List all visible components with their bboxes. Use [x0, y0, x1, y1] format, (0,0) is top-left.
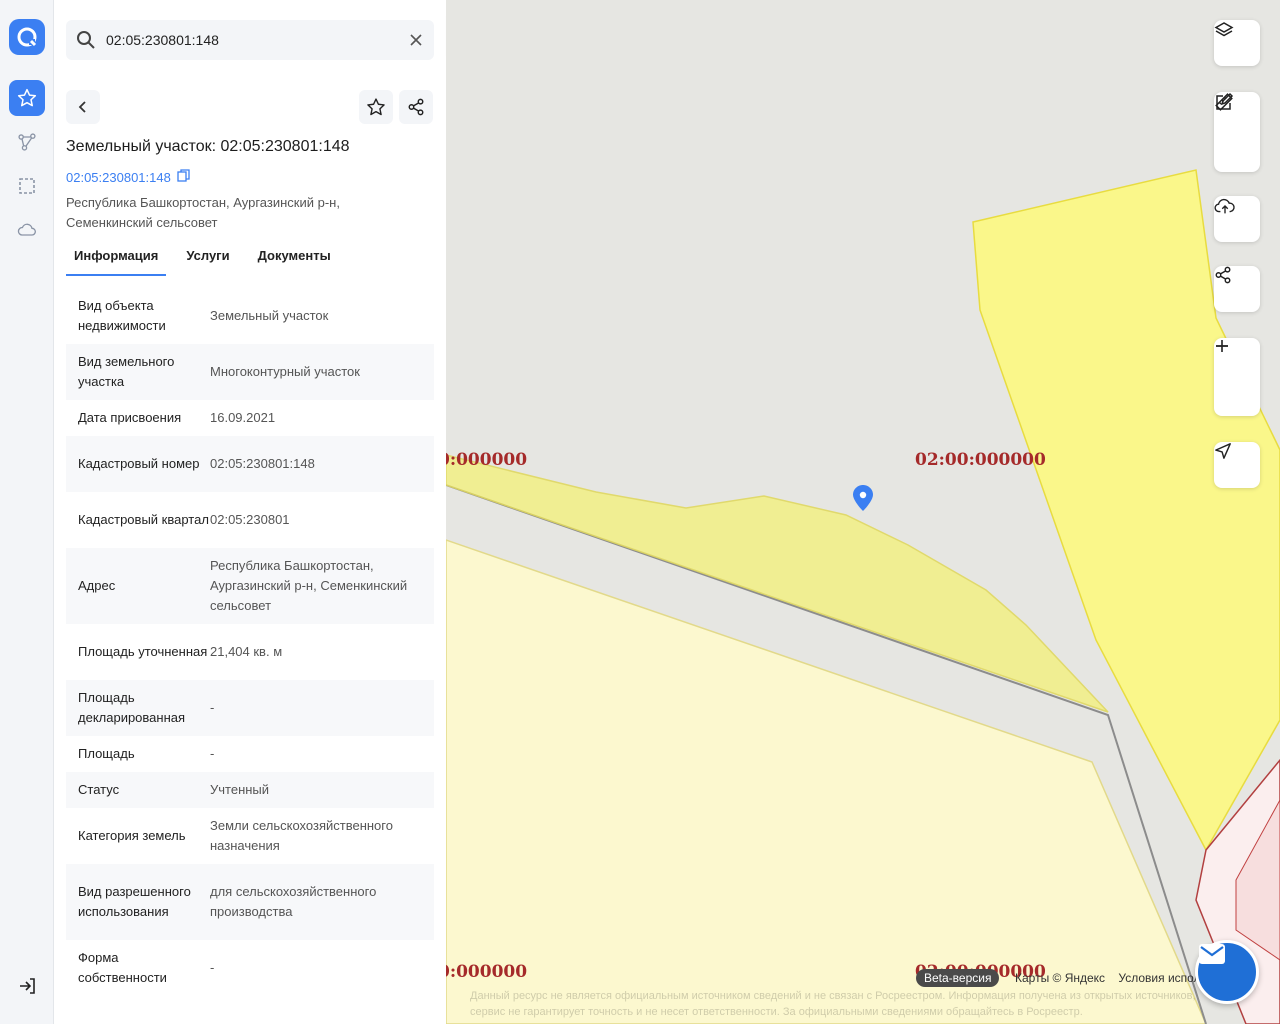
- row-value: 21,404 кв. м: [210, 644, 283, 659]
- row-key: Вид объекта недвижимости: [78, 298, 166, 333]
- clear-search-icon[interactable]: [408, 32, 424, 48]
- share-button[interactable]: [399, 90, 433, 124]
- table-row: Адрес Республика Башкортостан, Аургазинск…: [66, 548, 434, 624]
- row-value: Республика Башкортостан, Аургазинский р-…: [210, 558, 408, 613]
- row-key: Вид разрешенного использования: [78, 884, 191, 919]
- parcel-label: 02:00:000000: [915, 450, 1046, 470]
- terms-link[interactable]: Условия испол: [1118, 971, 1200, 985]
- table-row: Дата присвоения 16.09.2021: [66, 400, 434, 436]
- row-key: Площадь декларированная: [78, 690, 186, 725]
- row-value: Многоконтурный участок: [210, 364, 360, 379]
- parcel-label: 0:000000: [446, 962, 528, 982]
- row-key: Статус: [78, 782, 120, 797]
- row-key: Кадастровый квартал: [78, 512, 209, 527]
- table-row: Кадастровый номер 02:05:230801:148: [66, 436, 434, 492]
- row-value: -: [210, 700, 215, 715]
- row-value: 16.09.2021: [210, 410, 276, 425]
- edit-icon[interactable]: [1214, 92, 1260, 168]
- table-row: Вид земельного участка Многоконтурный уча…: [66, 344, 434, 400]
- back-button[interactable]: [66, 90, 100, 124]
- logout-icon[interactable]: [17, 976, 37, 996]
- row-value: Земельный участок: [210, 308, 329, 323]
- table-row: Вид разрешенного использования для сельск…: [66, 864, 434, 940]
- geolocation-button[interactable]: [1214, 442, 1260, 488]
- beta-badge: Beta-версия: [916, 969, 1000, 987]
- app-logo-icon[interactable]: [9, 19, 45, 55]
- zoom-out-icon[interactable]: [1214, 345, 1260, 413]
- copy-icon[interactable]: [177, 169, 190, 185]
- page-title: Земельный участок: 02:05:230801:148: [66, 138, 350, 155]
- table-row: Категория земель Земли сельскохозяйственн…: [66, 808, 434, 864]
- search-icon: [76, 30, 96, 55]
- map-share-button[interactable]: [1214, 266, 1260, 312]
- upload-button[interactable]: [1214, 196, 1260, 242]
- row-key: Площадь: [78, 746, 135, 761]
- search-bar: [66, 20, 434, 60]
- tab-documents[interactable]: Документы: [250, 240, 339, 276]
- search-input[interactable]: [106, 20, 396, 60]
- row-value: для сельскохозяйственного производства: [210, 884, 377, 919]
- favorites-star-icon[interactable]: [9, 80, 45, 116]
- row-value: 02:05:230801: [210, 512, 290, 527]
- feedback-button[interactable]: [1195, 940, 1259, 1004]
- layers-button[interactable]: [1214, 20, 1260, 66]
- info-panel: Земельный участок: 02:05:230801:148 02:0…: [54, 0, 446, 1024]
- favorite-button[interactable]: [359, 90, 393, 124]
- table-row: Статус Учтенный: [66, 772, 434, 808]
- row-key: Форма собственности: [78, 950, 167, 985]
- row-key: Кадастровый номер: [78, 456, 200, 471]
- tab-services[interactable]: Услуги: [178, 240, 237, 276]
- table-row: Форма собственности -: [66, 940, 434, 996]
- map-attribution: Карты © Яндекс Условия испол: [1015, 971, 1211, 985]
- row-key: Адрес: [78, 578, 116, 593]
- row-key: Вид земельного участка: [78, 354, 175, 389]
- table-row: Площадь -: [66, 736, 434, 772]
- row-key: Площадь уточненная: [78, 644, 208, 659]
- row-value: 02:05:230801:148: [210, 456, 315, 471]
- table-row: Площадь декларированная -: [66, 680, 434, 736]
- cadastral-number-text[interactable]: 02:05:230801:148: [66, 170, 171, 185]
- cloud-icon[interactable]: [9, 212, 45, 248]
- table-row: Вид объекта недвижимости Земельный участо…: [66, 288, 434, 344]
- row-key: Дата присвоения: [78, 410, 182, 425]
- tab-bar: Информация Услуги Документы: [66, 240, 434, 276]
- yandex-attribution[interactable]: Карты © Яндекс: [1015, 971, 1105, 985]
- info-table: Вид объекта недвижимости Земельный участо…: [66, 288, 434, 996]
- measure-tools: [1214, 92, 1260, 172]
- table-row: Кадастровый квартал 02:05:230801: [66, 492, 434, 548]
- map-canvas[interactable]: [446, 0, 1280, 1024]
- map-disclaimer: Данный ресурс не является официальным ис…: [470, 990, 1196, 1018]
- row-value: -: [210, 960, 215, 975]
- zoom-controls: [1214, 338, 1260, 416]
- route-nodes-icon[interactable]: [9, 124, 45, 160]
- table-row: Площадь уточненная 21,404 кв. м: [66, 624, 434, 680]
- cadastral-number-link[interactable]: 02:05:230801:148: [66, 169, 190, 185]
- row-value: -: [210, 746, 215, 761]
- object-address: Республика Башкортостан, Аургазинский р-…: [66, 195, 340, 230]
- row-value: Земли сельскохозяйственного назначения: [210, 818, 393, 853]
- tab-information[interactable]: Информация: [66, 240, 167, 276]
- area-select-icon[interactable]: [9, 168, 45, 204]
- row-key: Категория земель: [78, 828, 186, 843]
- map-view[interactable]: 0:000000 02:00:000000 0:000000 02:00:000…: [446, 0, 1280, 1024]
- parcel-label: 0:000000: [446, 450, 528, 470]
- row-value: Учтенный: [210, 782, 270, 797]
- left-rail: [0, 0, 54, 1024]
